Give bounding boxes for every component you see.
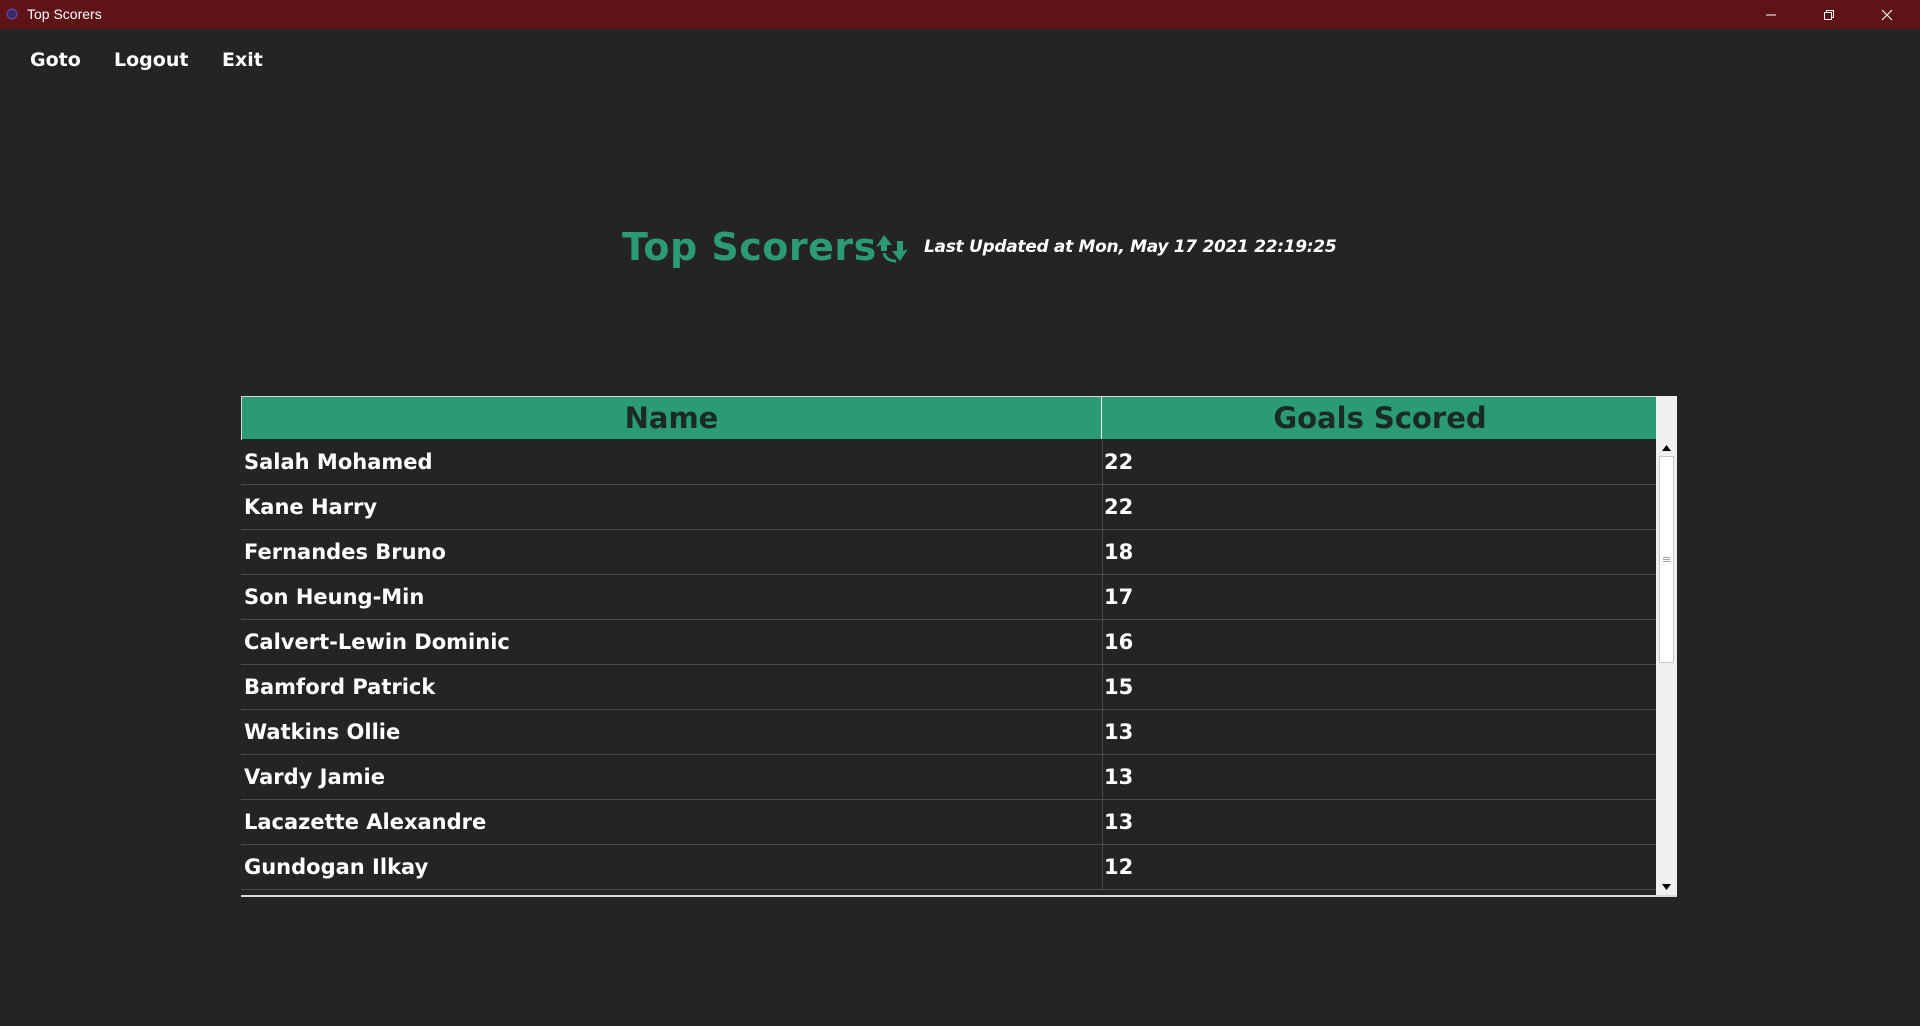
column-divider: [1102, 710, 1103, 754]
cell-name: Salah Mohamed: [244, 450, 433, 474]
cell-goals: 18: [1104, 540, 1134, 564]
column-divider: [1102, 440, 1103, 484]
column-divider: [1102, 530, 1103, 574]
top-scorers-table: Name Goals Scored Salah Mohamed 22 Kane …: [241, 396, 1677, 897]
menu-bar: Goto Logout Exit: [0, 29, 1920, 91]
cell-goals: 22: [1104, 495, 1134, 519]
cell-name: Son Heung-Min: [244, 585, 425, 609]
cell-goals: 13: [1104, 765, 1134, 789]
column-divider: [1102, 485, 1103, 529]
cell-name: Lacazette Alexandre: [244, 810, 487, 834]
cell-goals: 13: [1104, 810, 1134, 834]
column-divider: [1102, 620, 1103, 664]
cell-name: Fernandes Bruno: [244, 540, 446, 564]
header-corner: [1656, 396, 1677, 439]
table-row[interactable]: Bamford Patrick 15: [241, 665, 1656, 710]
minimize-button[interactable]: [1742, 0, 1800, 29]
column-divider: [1102, 845, 1103, 889]
table-row[interactable]: Calvert-Lewin Dominic 16: [241, 620, 1656, 665]
close-button[interactable]: [1858, 0, 1916, 29]
cell-name: Gundogan Ilkay: [244, 855, 429, 879]
column-divider: [1102, 575, 1103, 619]
table-row[interactable]: Lacazette Alexandre 13: [241, 800, 1656, 845]
column-divider: [1102, 665, 1103, 709]
cell-goals: 16: [1104, 630, 1134, 654]
cell-name: Kane Harry: [244, 495, 378, 519]
table-body: Salah Mohamed 22 Kane Harry 22 Fernandes…: [241, 440, 1656, 890]
chevron-down-icon: [1662, 883, 1671, 890]
scroll-up-button[interactable]: [1656, 439, 1677, 456]
menu-exit[interactable]: Exit: [222, 49, 263, 71]
menu-logout[interactable]: Logout: [114, 49, 188, 71]
cell-name: Watkins Ollie: [244, 720, 401, 744]
page-header: Top Scorers Last Updated at Mon, May 17 …: [0, 220, 1920, 280]
table-row[interactable]: Salah Mohamed 22: [241, 440, 1656, 485]
column-header-goals[interactable]: Goals Scored: [1104, 397, 1656, 439]
cell-goals: 13: [1104, 720, 1134, 744]
window-title: Top Scorers: [27, 6, 102, 22]
column-divider: [1102, 755, 1103, 799]
column-header-name[interactable]: Name: [242, 397, 1102, 439]
refresh-icon[interactable]: [872, 227, 912, 267]
scrollbar-thumb[interactable]: [1659, 456, 1674, 663]
thumb-grip-line: [1663, 557, 1670, 558]
menu-goto[interactable]: Goto: [30, 49, 81, 71]
thumb-grip-line: [1663, 559, 1670, 560]
chevron-up-icon: [1662, 444, 1671, 451]
table-header: Name Goals Scored: [242, 397, 1656, 439]
restore-button[interactable]: [1800, 0, 1858, 29]
cell-goals: 22: [1104, 450, 1134, 474]
minimize-icon: [1766, 14, 1776, 15]
cell-goals: 15: [1104, 675, 1134, 699]
cell-name: Vardy Jamie: [244, 765, 385, 789]
page-title: Top Scorers: [622, 225, 877, 269]
restore-icon: [1824, 9, 1834, 20]
table-row[interactable]: Vardy Jamie 13: [241, 755, 1656, 800]
cell-name: Bamford Patrick: [244, 675, 436, 699]
table-row[interactable]: Watkins Ollie 13: [241, 710, 1656, 755]
cell-name: Calvert-Lewin Dominic: [244, 630, 510, 654]
cell-goals: 17: [1104, 585, 1134, 609]
column-divider: [1102, 800, 1103, 844]
table-row[interactable]: Fernandes Bruno 18: [241, 530, 1656, 575]
thumb-grip-line: [1663, 561, 1670, 562]
table-row[interactable]: Kane Harry 22: [241, 485, 1656, 530]
vertical-scrollbar[interactable]: [1656, 439, 1677, 895]
table-row[interactable]: Son Heung-Min 17: [241, 575, 1656, 620]
title-bar: Top Scorers: [0, 0, 1920, 29]
last-updated-label: Last Updated at Mon, May 17 2021 22:19:2…: [924, 237, 1337, 257]
app-icon: [6, 8, 18, 20]
scroll-down-button[interactable]: [1656, 878, 1677, 895]
table-row[interactable]: Gundogan Ilkay 12: [241, 845, 1656, 890]
close-icon: [1881, 9, 1893, 20]
cell-goals: 12: [1104, 855, 1134, 879]
